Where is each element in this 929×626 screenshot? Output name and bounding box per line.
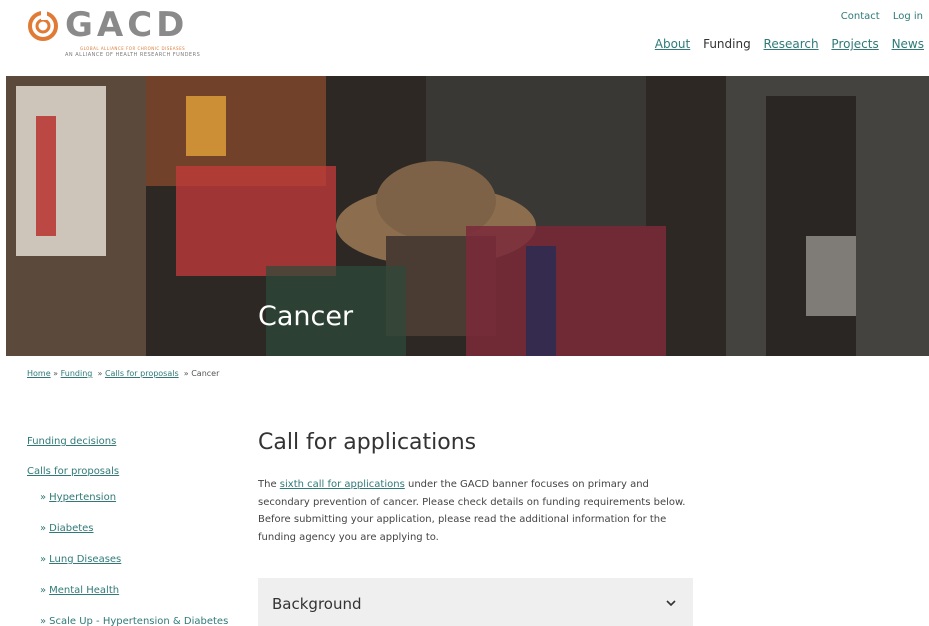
raquo-icon: » — [40, 554, 47, 565]
sidebar-subitem-label[interactable]: Scale Up - Hypertension & Diabetes — [49, 616, 228, 626]
logo-wordmark: GACD — [65, 5, 189, 45]
breadcrumb-calls[interactable]: Calls for proposals — [105, 369, 179, 378]
sidebar-subitem-scale-up[interactable]: » Scale Up - Hypertension & Diabetes — [40, 616, 228, 626]
sixth-call-link[interactable]: sixth call for applications — [280, 479, 405, 490]
intro-paragraph: The sixth call for applications under th… — [258, 476, 698, 546]
breadcrumb-separator: » — [183, 369, 189, 378]
intro-prefix: The — [258, 479, 280, 490]
main-nav: About Funding Research Projects News — [646, 37, 924, 51]
breadcrumb-home[interactable]: Home — [27, 369, 51, 378]
sidebar-subitem-label[interactable]: Diabetes — [49, 523, 93, 534]
contact-link[interactable]: Contact — [841, 11, 880, 22]
gacd-swirl-icon — [28, 10, 58, 41]
logo-subtagline: AN ALLIANCE OF HEALTH RESEARCH FUNDERS — [65, 52, 201, 58]
breadcrumb-separator: » — [53, 369, 59, 378]
sidebar-subitem-mental-health[interactable]: » Mental Health — [40, 585, 119, 596]
login-link[interactable]: Log in — [893, 11, 923, 22]
nav-projects[interactable]: Projects — [831, 37, 878, 51]
sidebar-subitem-label[interactable]: Lung Diseases — [49, 554, 121, 565]
sidebar-item-funding-decisions[interactable]: Funding decisions — [27, 436, 116, 447]
chevron-down-icon — [666, 600, 676, 607]
sidebar-subitem-diabetes[interactable]: » Diabetes — [40, 523, 94, 534]
sidebar-subitem-hypertension[interactable]: » Hypertension — [40, 492, 116, 503]
page-title: Call for applications — [258, 430, 477, 455]
hero-image — [6, 76, 929, 356]
hero-title: Cancer — [258, 301, 354, 332]
breadcrumb-separator: » — [97, 369, 103, 378]
breadcrumb-funding[interactable]: Funding — [61, 369, 93, 378]
nav-research[interactable]: Research — [764, 37, 819, 51]
raquo-icon: » — [40, 616, 47, 626]
accordion-title: Background — [272, 595, 362, 613]
sidebar-subitem-lung-diseases[interactable]: » Lung Diseases — [40, 554, 121, 565]
sidebar-item-calls-for-proposals[interactable]: Calls for proposals — [27, 466, 119, 477]
raquo-icon: » — [40, 523, 47, 534]
nav-funding[interactable]: Funding — [703, 37, 751, 51]
sidebar-subitem-label[interactable]: Hypertension — [49, 492, 116, 503]
logo[interactable]: GACD GLOBAL ALLIANCE FOR CHRONIC DISEASE… — [27, 5, 202, 58]
sidebar-subitem-label[interactable]: Mental Health — [49, 585, 119, 596]
breadcrumb-current: Cancer — [191, 369, 220, 378]
nav-news[interactable]: News — [892, 37, 924, 51]
raquo-icon: » — [40, 492, 47, 503]
utility-nav: Contact Log in — [831, 11, 923, 22]
hero-banner: Cancer — [6, 76, 929, 356]
logo-tagline: GLOBAL ALLIANCE FOR CHRONIC DISEASES — [80, 46, 186, 51]
nav-about[interactable]: About — [655, 37, 690, 51]
raquo-icon: » — [40, 585, 47, 596]
accordion-background[interactable]: Background — [258, 578, 693, 626]
breadcrumb: Home » Funding » Calls for proposals » C… — [27, 369, 219, 378]
